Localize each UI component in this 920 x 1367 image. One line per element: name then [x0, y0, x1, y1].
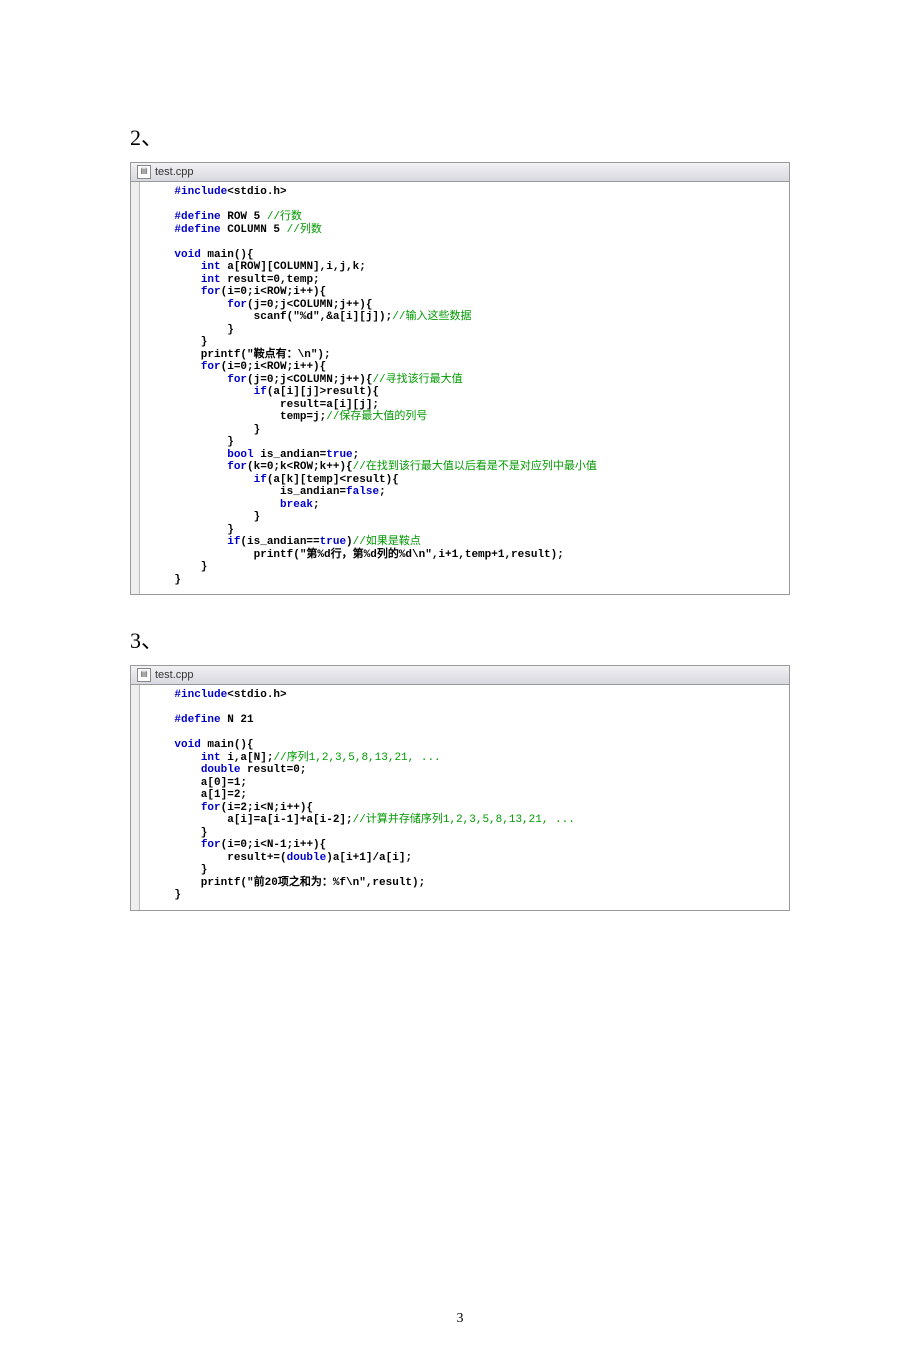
title-bar: ▤ test.cpp [131, 666, 789, 685]
code-window-1: ▤ test.cpp #include<stdio.h> #define ROW… [130, 162, 790, 595]
code-window-2: ▤ test.cpp #include<stdio.h> #define N 2… [130, 665, 790, 911]
gutter [131, 182, 140, 594]
section-number-2: 2、 [130, 120, 790, 152]
title-bar: ▤ test.cpp [131, 163, 789, 182]
tab-filename: test.cpp [155, 166, 194, 178]
file-icon: ▤ [137, 668, 151, 682]
section-number-3: 3、 [130, 623, 790, 655]
file-icon: ▤ [137, 165, 151, 179]
gutter [131, 685, 140, 910]
tab-filename: test.cpp [155, 669, 194, 681]
code-block-2: #include<stdio.h> #define N 21 void main… [140, 685, 789, 910]
code-block-1: #include<stdio.h> #define ROW 5 //行数 #de… [140, 182, 789, 594]
page-number: 3 [130, 1311, 790, 1327]
